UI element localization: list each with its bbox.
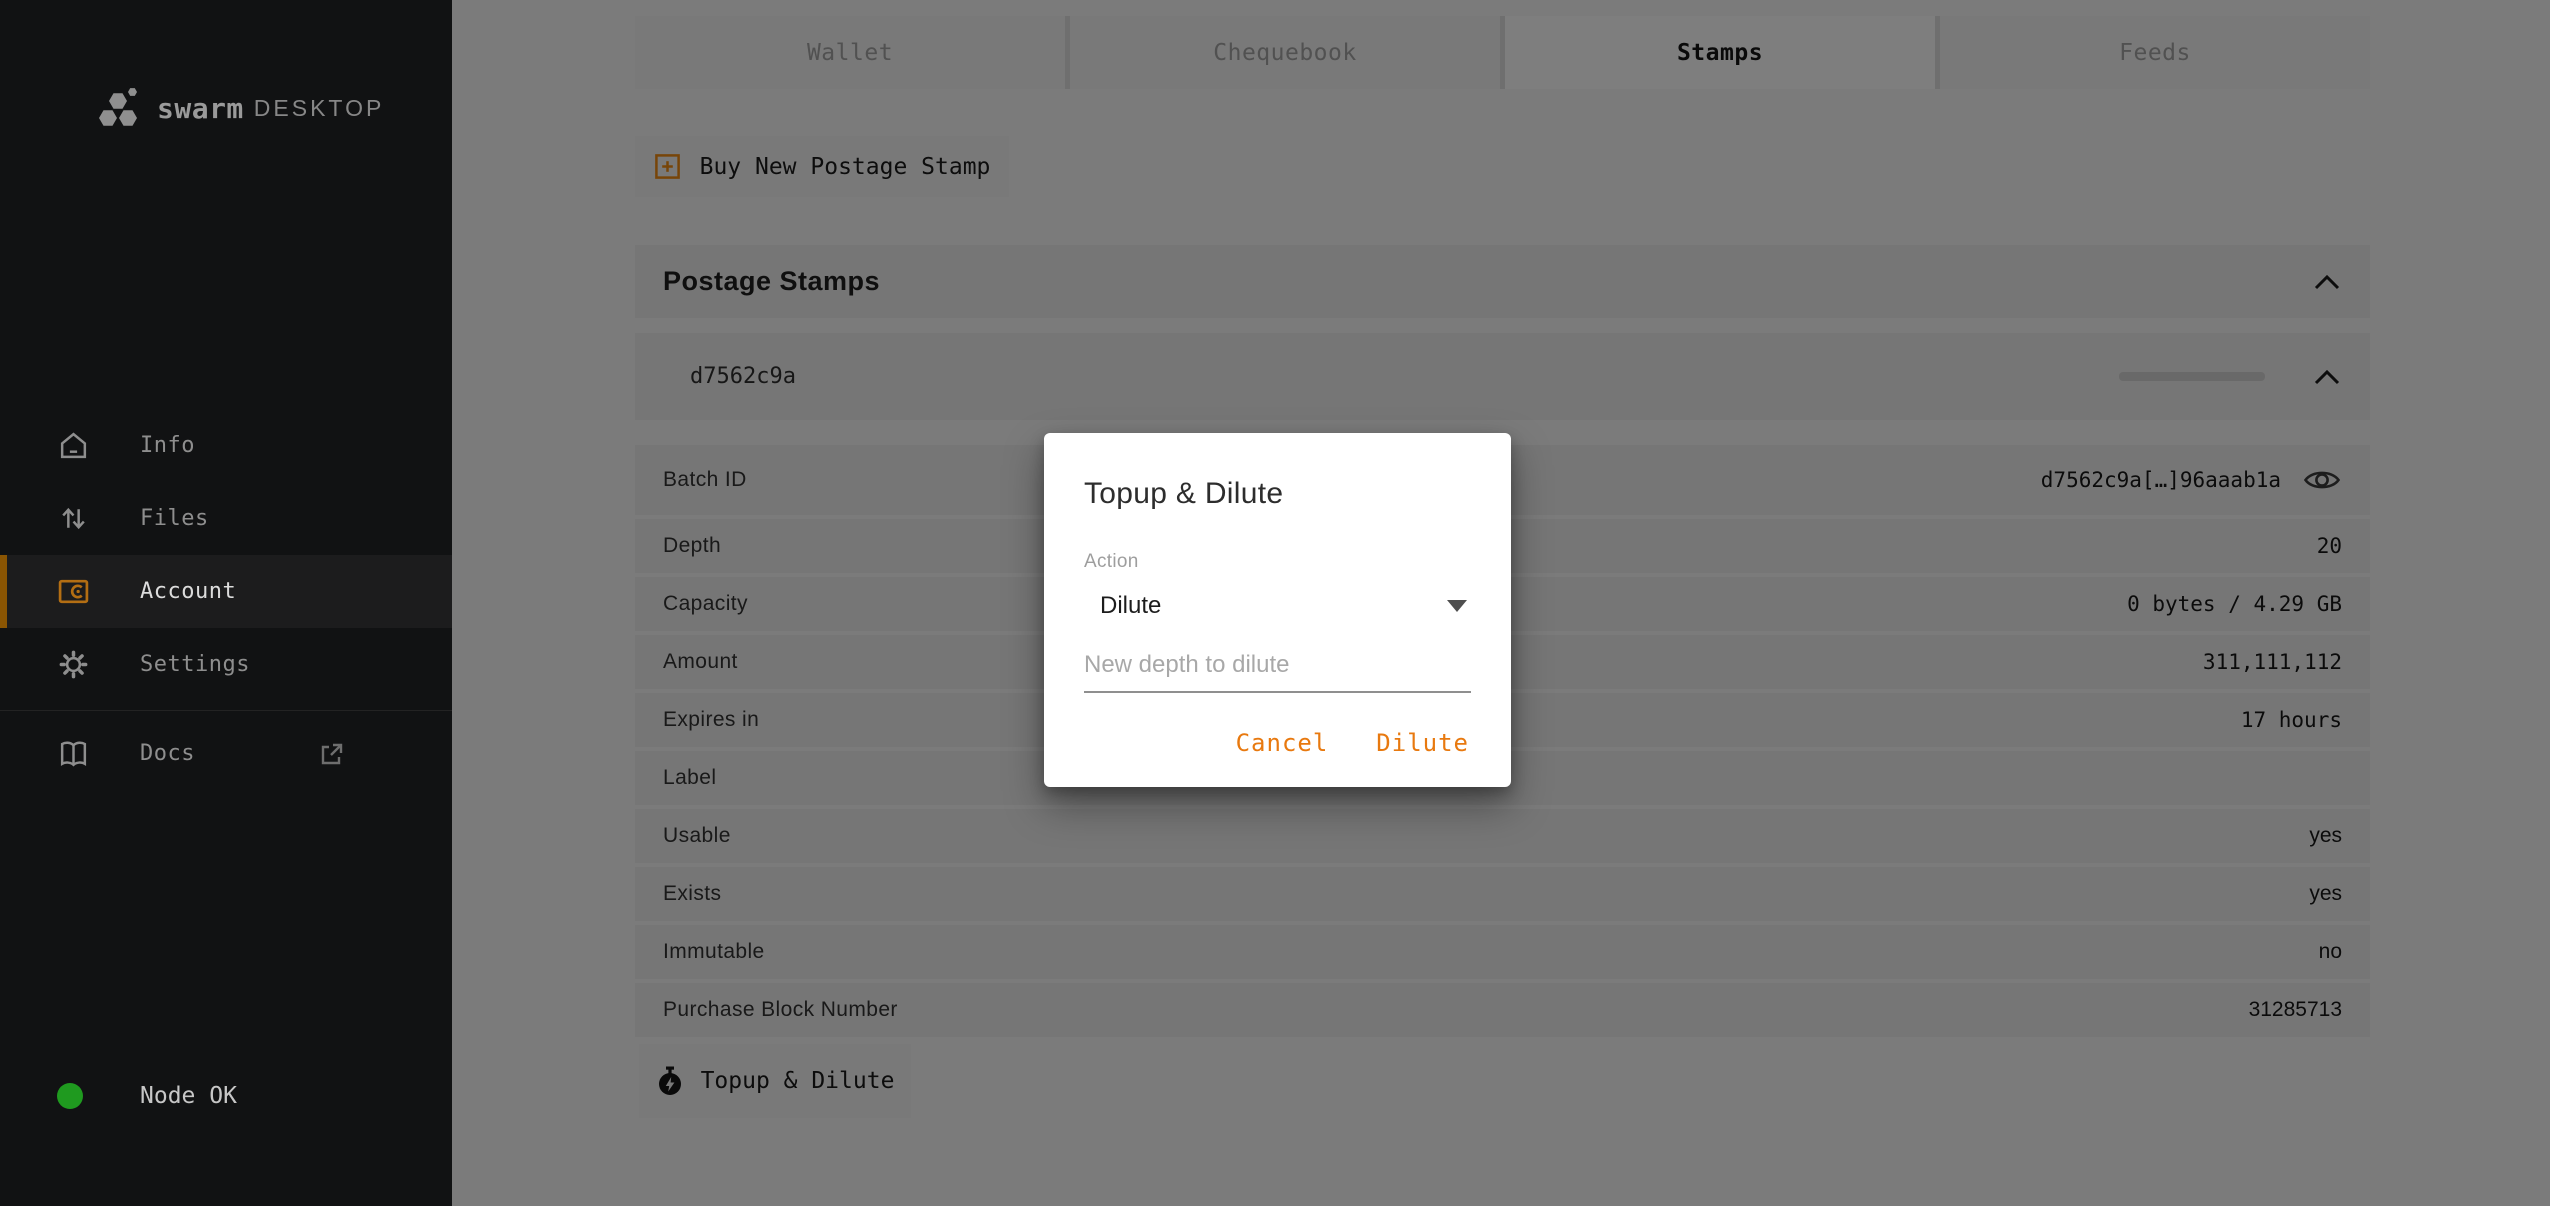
sidebar: swarm DESKTOP Info Files — [0, 0, 452, 1206]
caret-down-icon — [1447, 600, 1467, 612]
book-icon — [57, 737, 90, 770]
sidebar-item-label: Docs — [140, 741, 195, 766]
node-status-label: Node OK — [140, 1083, 237, 1109]
app-logo: swarm DESKTOP — [97, 86, 384, 130]
logo-product-text: DESKTOP — [254, 95, 385, 122]
new-depth-input[interactable] — [1084, 651, 1471, 693]
gear-icon — [57, 648, 90, 681]
swap-vertical-icon — [57, 502, 90, 535]
node-status: Node OK — [57, 1083, 237, 1109]
action-select-value: Dilute — [1100, 592, 1161, 620]
sidebar-item-settings[interactable]: Settings — [0, 628, 452, 701]
action-field-label: Action — [1084, 551, 1471, 573]
modal-title: Topup & Dilute — [1084, 433, 1471, 511]
sidebar-nav: Info Files Account — [0, 409, 452, 701]
action-select[interactable]: Dilute — [1084, 589, 1471, 623]
sidebar-item-files[interactable]: Files — [0, 482, 452, 555]
external-link-icon[interactable] — [318, 740, 346, 768]
sidebar-item-label: Files — [140, 506, 209, 531]
cancel-button[interactable]: Cancel — [1234, 725, 1331, 761]
sidebar-item-docs[interactable]: Docs — [0, 710, 452, 796]
home-icon — [57, 429, 90, 462]
wallet-icon — [57, 575, 90, 608]
sidebar-item-info[interactable]: Info — [0, 409, 452, 482]
sidebar-item-account[interactable]: Account — [0, 555, 452, 628]
logo-brand-text: swarm — [157, 92, 244, 125]
sidebar-item-label: Settings — [140, 652, 250, 677]
sidebar-item-label: Info — [140, 433, 195, 458]
topup-dilute-modal: Topup & Dilute Action Dilute Cancel Dilu… — [1044, 433, 1511, 787]
green-dot-icon — [57, 1083, 83, 1109]
sidebar-item-label: Account — [140, 579, 236, 604]
dilute-confirm-button[interactable]: Dilute — [1374, 725, 1471, 761]
modal-actions: Cancel Dilute — [1084, 725, 1471, 761]
swarm-hexagons-logo-icon — [97, 86, 143, 130]
